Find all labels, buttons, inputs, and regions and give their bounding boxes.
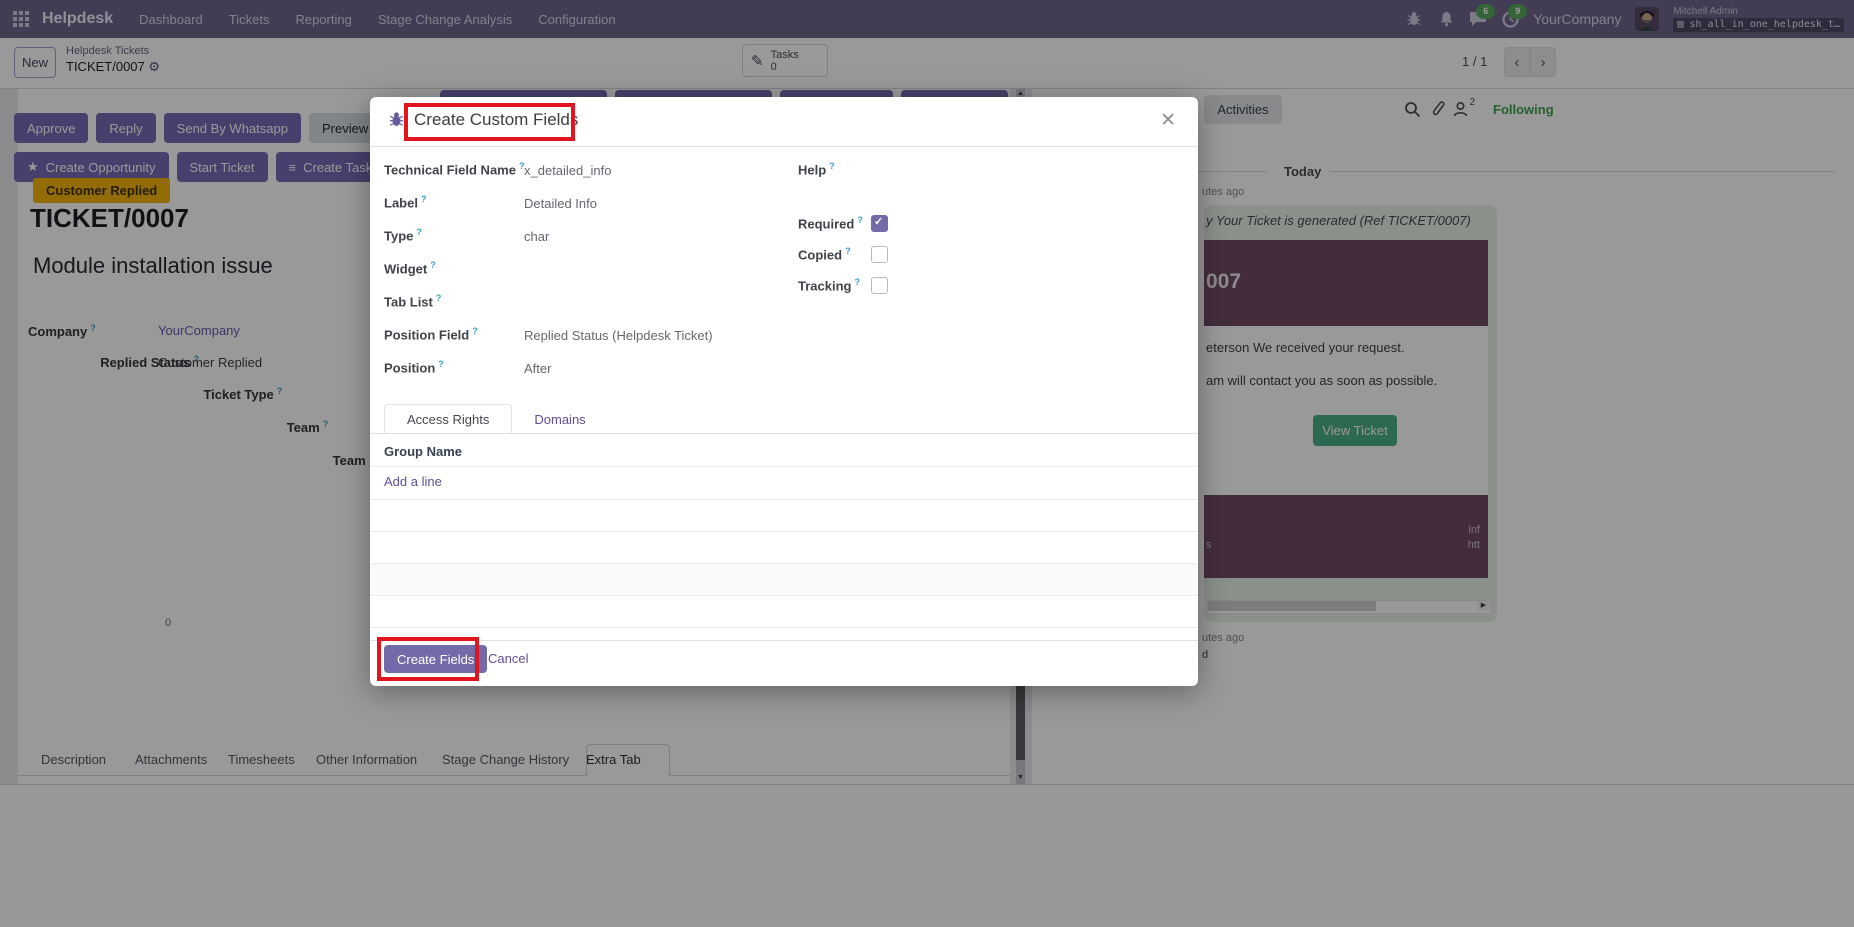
dialog-header: Create Custom Fields ✕ [370, 97, 1198, 147]
modal-value-position-field[interactable]: Replied Status (Helpdesk Ticket) [524, 328, 713, 343]
table-row-divider [370, 595, 1198, 596]
bug-icon [388, 111, 405, 133]
dialog-tabbar: Access Rights Domains [384, 404, 608, 434]
add-a-line-link[interactable]: Add a line [384, 474, 442, 489]
modal-label-tracking: Tracking [798, 277, 860, 293]
table-row-divider [370, 466, 1198, 467]
create-custom-fields-dialog: Create Custom Fields ✕ Technical Field N… [370, 97, 1198, 686]
modal-label-help: Help [798, 161, 835, 177]
modal-label-technical-field-name: Technical Field Name [384, 161, 524, 177]
modal-value-position[interactable]: After [524, 361, 551, 376]
close-icon[interactable]: ✕ [1154, 108, 1182, 133]
modal-label-required: Required [798, 215, 863, 231]
create-fields-button[interactable]: Create Fields [384, 645, 487, 673]
modal-label-copied: Copied [798, 246, 851, 262]
group-name-column-header[interactable]: Group Name [384, 444, 462, 459]
copied-checkbox[interactable] [871, 246, 888, 263]
modal-value-label[interactable]: Detailed Info [524, 196, 597, 211]
modal-label-position-field: Position Field [384, 326, 478, 342]
tab-access-rights[interactable]: Access Rights [384, 404, 512, 434]
tabbar-divider [370, 433, 1198, 434]
modal-value-type[interactable]: char [524, 229, 549, 244]
tab-domains[interactable]: Domains [512, 404, 607, 434]
table-row-divider [370, 531, 1198, 532]
modal-label-widget: Widget [384, 260, 436, 276]
dialog-title: Create Custom Fields [414, 110, 578, 130]
modal-label-label: Label [384, 194, 426, 210]
tracking-checkbox[interactable] [871, 277, 888, 294]
screen: Helpdesk Dashboard Tickets Reporting Sta… [0, 0, 1854, 927]
table-row-divider [370, 627, 1198, 628]
modal-label-position: Position [384, 359, 444, 375]
table-empty-row [370, 564, 1198, 595]
modal-value-technical-field-name[interactable]: x_detailed_info [524, 163, 611, 178]
modal-label-type: Type [384, 227, 422, 243]
table-row-divider [370, 499, 1198, 500]
modal-label-tab-list: Tab List [384, 293, 441, 309]
cancel-button[interactable]: Cancel [488, 651, 528, 666]
dialog-footer-divider [370, 640, 1198, 641]
required-checkbox[interactable] [871, 215, 888, 232]
